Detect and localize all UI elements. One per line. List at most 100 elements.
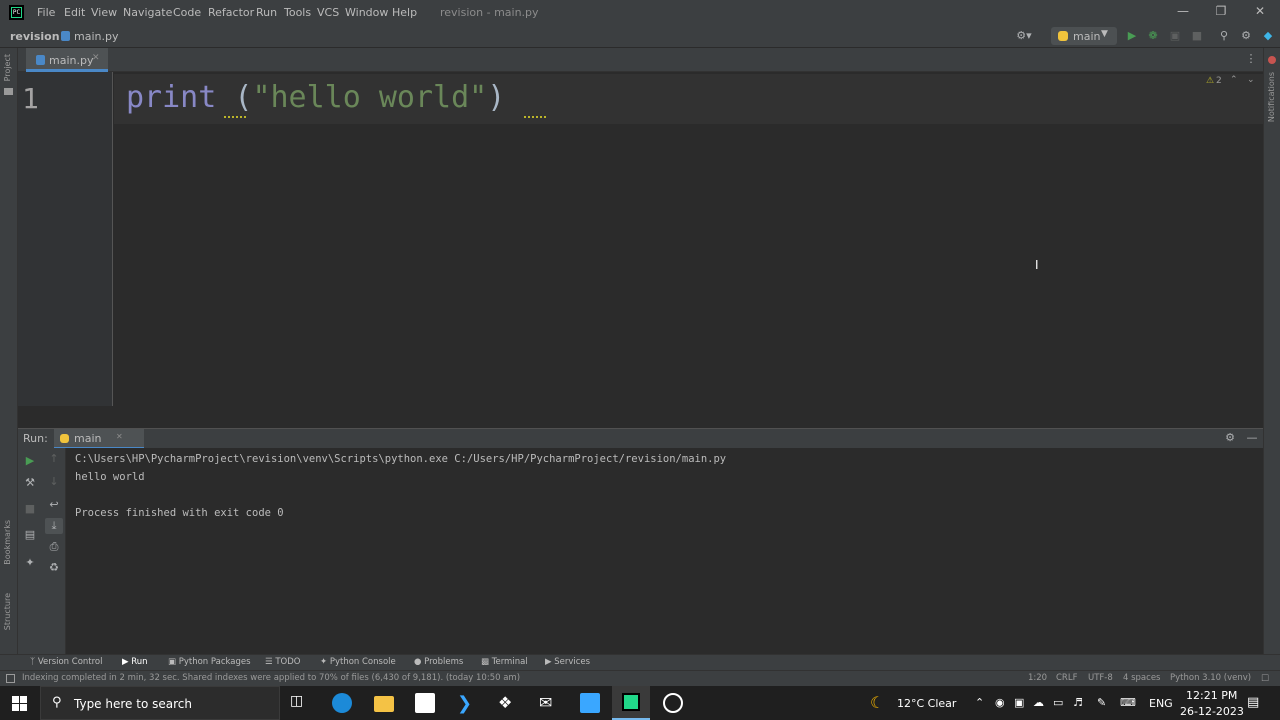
file-explorer-icon[interactable] <box>374 696 394 712</box>
coverage-icon[interactable]: ▣ <box>1168 29 1182 43</box>
tool-version-control[interactable]: ᛉ Version Control <box>30 657 103 667</box>
language-indicator[interactable]: ENG <box>1149 697 1173 710</box>
menu-view[interactable]: View <box>91 6 117 19</box>
screen-recorder-icon[interactable] <box>663 693 683 713</box>
code-editor[interactable]: 1 print ("hello world") ⚠ 2 ⌃ ⌄ I <box>18 72 1263 406</box>
file-encoding[interactable]: UTF-8 <box>1088 673 1113 683</box>
close-icon[interactable]: ✕ <box>1251 4 1269 20</box>
keyboard-icon[interactable]: ⌨ <box>1120 696 1136 709</box>
menu-help[interactable]: Help <box>392 6 417 19</box>
menu-code[interactable]: Code <box>173 6 201 19</box>
onedrive-icon[interactable]: ☁ <box>1033 696 1044 709</box>
vscode-icon[interactable]: ❯ <box>457 693 477 714</box>
tool-python-packages[interactable]: ▣ Python Packages <box>168 657 251 667</box>
menu-edit[interactable]: Edit <box>64 6 85 19</box>
clock-time[interactable]: 12:21 PM <box>1186 689 1237 702</box>
bookmarks-tool-button[interactable]: Bookmarks <box>3 520 12 565</box>
settings-gear-icon[interactable]: ⚙ <box>1223 431 1237 445</box>
mail-icon[interactable]: ✉ <box>539 693 559 713</box>
pin-icon[interactable]: ✦ <box>23 556 37 570</box>
scroll-down-icon[interactable]: ↓ <box>47 475 61 489</box>
clock-date[interactable]: 26-12-2023 <box>1180 705 1244 718</box>
edge-icon[interactable] <box>332 693 352 713</box>
hide-panel-icon[interactable]: — <box>1245 431 1259 445</box>
warning-icon[interactable]: ⚠ <box>1206 76 1214 86</box>
menu-refactor[interactable]: Refactor <box>208 6 254 19</box>
tool-problems[interactable]: ● Problems <box>414 657 463 667</box>
action-center-icon[interactable]: ▤ <box>1247 695 1259 710</box>
weather-moon-icon[interactable]: ☾ <box>870 693 884 712</box>
tool-todo[interactable]: ☰ TODO <box>265 657 300 667</box>
windows-start-icon[interactable] <box>12 696 27 711</box>
close-tab-icon[interactable]: ✕ <box>116 432 123 441</box>
tool-services[interactable]: ▶ Services <box>545 657 590 667</box>
tab-main-py[interactable]: main.py ✕ <box>26 48 108 72</box>
pycharm-taskbar-button[interactable] <box>612 686 650 720</box>
vcs-user-icon[interactable]: ⚙▾ <box>1013 29 1035 43</box>
restore-icon[interactable]: ❐ <box>1212 4 1230 20</box>
run-icon[interactable]: ▶ <box>1125 29 1139 43</box>
notification-bell-icon[interactable] <box>1268 56 1276 64</box>
notifications-tool-button[interactable]: Notifications <box>1267 72 1276 122</box>
breadcrumb-project[interactable]: revision <box>10 30 60 43</box>
weather-text[interactable]: 12°C Clear <box>897 697 956 710</box>
code-func: print <box>126 80 217 115</box>
show-hidden-icons-icon[interactable]: ⌃ <box>975 696 984 709</box>
breadcrumb-file[interactable]: main.py <box>74 30 118 43</box>
code-line[interactable]: print ("hello world") <box>126 80 505 115</box>
store-icon[interactable] <box>415 693 435 713</box>
battery-icon[interactable]: ▭ <box>1053 696 1063 709</box>
text-cursor-icon: I <box>1035 258 1039 272</box>
next-highlight-icon[interactable]: ⌄ <box>1247 75 1255 85</box>
pycharm-logo-icon[interactable]: PC <box>9 5 24 20</box>
tool-terminal[interactable]: ▩ Terminal <box>481 657 528 667</box>
indent-setting[interactable]: 4 spaces <box>1123 673 1160 683</box>
run-config-selector[interactable]: main ▼ <box>1051 27 1117 45</box>
status-message[interactable]: Indexing completed in 2 min, 32 sec. Sha… <box>22 673 520 683</box>
lock-icon[interactable]: □ <box>1261 673 1269 683</box>
console-output[interactable]: C:\Users\HP\PycharmProject\revision\venv… <box>66 448 1263 654</box>
search-icon[interactable]: ⚲ <box>1217 29 1231 43</box>
menu-vcs[interactable]: VCS <box>317 6 339 19</box>
stop-icon[interactable]: ■ <box>23 502 37 516</box>
line-ending[interactable]: CRLF <box>1056 673 1077 683</box>
stop-icon[interactable]: ■ <box>1190 29 1204 43</box>
rerun-icon[interactable]: ▶ <box>23 454 37 468</box>
layout-icon[interactable]: ▤ <box>23 528 37 542</box>
tool-python-console[interactable]: ✦ Python Console <box>320 657 396 667</box>
wrench-icon[interactable]: ⚒ <box>23 476 37 490</box>
project-tool-button[interactable]: Project <box>3 54 12 81</box>
settings-gear-icon[interactable]: ⚙ <box>1239 29 1253 43</box>
more-options-icon[interactable]: ⋮ <box>1245 52 1257 66</box>
volume-icon[interactable]: ♬ <box>1073 696 1083 709</box>
print-icon[interactable]: ⎙ <box>47 540 61 554</box>
taskbar-search[interactable]: ⚲ Type here to search <box>40 686 280 720</box>
debug-icon[interactable]: ❁ <box>1146 29 1160 43</box>
pen-icon[interactable]: ✎ <box>1097 696 1106 709</box>
previous-highlight-icon[interactable]: ⌃ <box>1230 75 1238 85</box>
scroll-up-icon[interactable]: ↑ <box>47 452 61 466</box>
task-view-icon[interactable]: ◫ <box>290 693 310 713</box>
maps-icon[interactable] <box>580 693 600 713</box>
dropbox-icon[interactable]: ❖ <box>498 693 518 713</box>
menu-window[interactable]: Window <box>345 6 388 19</box>
tool-run[interactable]: ▶ Run <box>122 657 148 667</box>
python-interpreter[interactable]: Python 3.10 (venv) <box>1170 673 1251 683</box>
menu-run[interactable]: Run <box>256 6 277 19</box>
scroll-to-end-button[interactable]: ⤓ <box>45 518 63 534</box>
trash-icon[interactable]: ♻ <box>47 561 61 575</box>
close-tab-icon[interactable]: ✕ <box>92 53 100 63</box>
menu-tools[interactable]: Tools <box>284 6 311 19</box>
caret-position[interactable]: 1:20 <box>1028 673 1047 683</box>
minimize-icon[interactable]: — <box>1174 4 1192 20</box>
menu-file[interactable]: File <box>37 6 55 19</box>
soft-wrap-icon[interactable]: ↩ <box>47 498 61 512</box>
tray-shield-icon[interactable]: ▣ <box>1014 696 1024 709</box>
run-tab-main[interactable]: main ✕ <box>54 429 144 449</box>
structure-tool-button[interactable]: Structure <box>3 593 12 630</box>
toggle-tool-windows-icon[interactable] <box>6 674 15 683</box>
menu-navigate[interactable]: Navigate <box>123 6 172 19</box>
tray-app-icon[interactable]: ◉ <box>995 696 1005 709</box>
inspection-count[interactable]: 2 <box>1216 76 1222 86</box>
ide-update-icon[interactable]: ◆ <box>1261 29 1275 43</box>
